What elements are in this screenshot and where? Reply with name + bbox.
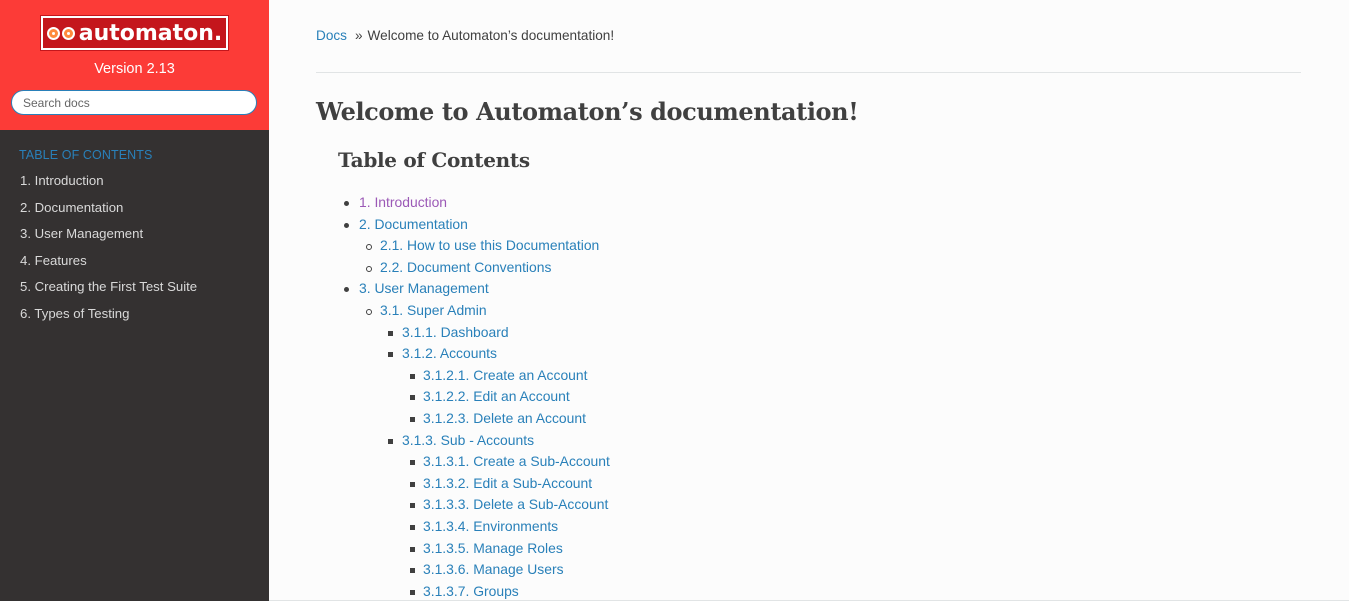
toc-item: 3.1.3.1. Create a Sub-Account <box>316 451 1301 473</box>
toc-link[interactable]: 3.1.3.3. Delete a Sub-Account <box>423 496 608 512</box>
bullet-icon <box>344 201 349 206</box>
sidebar-item-4[interactable]: 4. Features <box>0 248 269 275</box>
sidebar-item-5[interactable]: 5. Creating the First Test Suite <box>0 274 269 301</box>
toc-link[interactable]: 2.1. How to use this Documentation <box>380 237 599 253</box>
toc-link[interactable]: 3.1.3.7. Groups <box>423 583 519 599</box>
toc-link[interactable]: 3.1.2. Accounts <box>402 345 497 361</box>
search-input[interactable] <box>11 90 257 115</box>
toc-link[interactable]: 3.1.3.1. Create a Sub-Account <box>423 453 610 469</box>
toc-item: 3.1.3.5. Manage Roles <box>316 538 1301 560</box>
toc-heading: Table of Contents <box>338 148 530 172</box>
sidebar-nav: 1. Introduction 2. Documentation 3. User M… <box>0 168 269 328</box>
toc-link[interactable]: 3.1.3.2. Edit a Sub-Account <box>423 475 592 491</box>
toc-item: 2.1. How to use this Documentation <box>316 235 1301 257</box>
toc-link[interactable]: 1. Introduction <box>359 194 447 210</box>
breadcrumb-current: Welcome to Automaton’s documentation! <box>367 28 615 43</box>
sidebar-item-3[interactable]: 3. User Management <box>0 221 269 248</box>
toc-item: 3.1.1. Dashboard <box>316 322 1301 344</box>
bullet-icon <box>366 265 372 272</box>
toc-item: 3.1.3.6. Manage Users <box>316 559 1301 581</box>
toc-item: 3.1.2.2. Edit an Account <box>316 386 1301 408</box>
toc-item: 1. Introduction <box>316 192 1301 214</box>
breadcrumb: Docs » Welcome to Automaton’s documentatio… <box>316 28 1301 46</box>
sidebar: automaton. Version 2.13 TABLE OF CONTENT… <box>0 0 269 601</box>
bullet-icon <box>388 438 393 444</box>
toc-item: 3. User Management <box>316 278 1301 300</box>
version-label: Version 2.13 <box>94 61 175 77</box>
toc-link[interactable]: 3.1. Super Admin <box>380 302 487 318</box>
bullet-icon <box>388 352 393 358</box>
toc-item: 3.1.3.4. Environments <box>316 516 1301 538</box>
toc-link[interactable]: 3.1.2.3. Delete an Account <box>423 410 586 426</box>
sidebar-item-1[interactable]: 1. Introduction <box>0 168 269 195</box>
bullet-icon <box>410 503 415 509</box>
toc-item: 3.1.3.7. Groups <box>316 581 1301 601</box>
automaton-logo[interactable]: automaton. <box>39 15 230 51</box>
toc-link[interactable]: 3. User Management <box>359 280 489 296</box>
bullet-icon <box>410 395 415 401</box>
bullet-icon <box>344 222 349 228</box>
table-of-contents: 1. Introduction 2. Documentation 2.1. How … <box>316 192 1301 601</box>
breadcrumb-docs-link[interactable]: Docs <box>316 28 347 43</box>
toc-link[interactable]: 3.1.3.5. Manage Roles <box>423 540 563 556</box>
toc-link[interactable]: 2. Documentation <box>359 216 468 232</box>
logo-text: automaton. <box>78 20 223 46</box>
sidebar-item-6[interactable]: 6. Types of Testing <box>0 301 269 328</box>
toc-item: 3.1.3.2. Edit a Sub-Account <box>316 473 1301 495</box>
bullet-icon <box>410 568 415 574</box>
toc-link[interactable]: 3.1.3.4. Environments <box>423 518 558 534</box>
bullet-icon <box>410 589 415 595</box>
sidebar-item-2[interactable]: 2. Documentation <box>0 195 269 222</box>
bullet-icon <box>388 330 393 336</box>
robot-eyes-icon <box>46 26 75 40</box>
toc-item: 3.1.2.1. Create an Account <box>316 365 1301 387</box>
toc-item: 3.1. Super Admin <box>316 300 1301 322</box>
toc-item: 2. Documentation <box>316 214 1301 236</box>
bullet-icon <box>410 524 415 530</box>
toc-item: 2.2. Document Conventions <box>316 257 1301 279</box>
toc-link[interactable]: 3.1.2.1. Create an Account <box>423 367 587 383</box>
breadcrumb-separator: » <box>354 28 363 43</box>
toc-link[interactable]: 3.1.3.6. Manage Users <box>423 561 564 577</box>
bullet-icon <box>410 373 415 379</box>
divider <box>316 72 1301 73</box>
toc-link[interactable]: 3.1.2.2. Edit an Account <box>423 388 570 404</box>
bullet-icon <box>410 546 415 552</box>
bullet-icon <box>344 287 349 293</box>
bullet-icon <box>410 460 415 466</box>
main-content: Docs » Welcome to Automaton’s documentatio… <box>316 0 1301 601</box>
sidebar-header: automaton. Version 2.13 <box>0 0 269 130</box>
toc-item: 3.1.2.3. Delete an Account <box>316 408 1301 430</box>
toc-link[interactable]: 3.1.3. Sub - Accounts <box>402 432 534 448</box>
toc-link[interactable]: 3.1.1. Dashboard <box>402 324 509 340</box>
toc-item: 3.1.3.3. Delete a Sub-Account <box>316 494 1301 516</box>
bullet-icon <box>410 481 415 487</box>
bullet-icon <box>366 308 372 315</box>
toc-link[interactable]: 2.2. Document Conventions <box>380 259 551 275</box>
page-title: Welcome to Automaton’s documentation! <box>316 97 859 126</box>
toc-item: 3.1.3. Sub - Accounts <box>316 430 1301 452</box>
bullet-icon <box>410 416 415 422</box>
toc-item: 3.1.2. Accounts <box>316 343 1301 365</box>
bullet-icon <box>366 244 372 251</box>
toc-caption: TABLE OF CONTENTS <box>19 148 153 162</box>
